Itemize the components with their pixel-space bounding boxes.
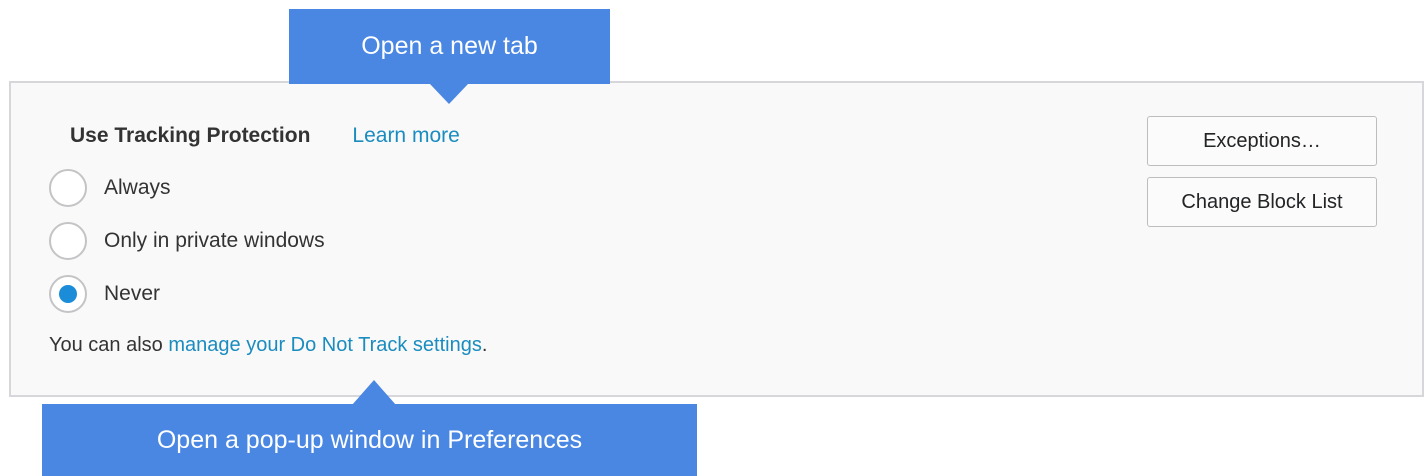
radio-button[interactable] bbox=[49, 222, 87, 260]
radio-button[interactable] bbox=[49, 169, 87, 207]
callout-open-popup-window-text: Open a pop-up window in Preferences bbox=[156, 425, 583, 454]
radio-option-never[interactable]: Never bbox=[49, 275, 160, 313]
callout-arrow-up bbox=[352, 380, 396, 405]
do-not-track-text: You can also manage your Do Not Track se… bbox=[49, 334, 487, 357]
dnt-suffix: . bbox=[481, 334, 488, 356]
callout-arrow-down bbox=[430, 84, 468, 104]
change-block-list-button[interactable]: Change Block List bbox=[1147, 177, 1377, 227]
manage-do-not-track-link[interactable]: manage your Do Not Track settings bbox=[168, 334, 481, 356]
tracking-heading-row: Use Tracking Protection Learn more bbox=[70, 124, 460, 148]
radio-button-selected[interactable] bbox=[49, 275, 87, 313]
tracking-heading: Use Tracking Protection bbox=[70, 124, 311, 147]
radio-label-always: Always bbox=[104, 176, 171, 199]
radio-selected-dot bbox=[59, 285, 77, 303]
radio-label-private-windows: Only in private windows bbox=[104, 229, 325, 252]
radio-label-never: Never bbox=[104, 282, 161, 305]
radio-option-always[interactable]: Always bbox=[49, 169, 171, 207]
exceptions-button[interactable]: Exceptions… bbox=[1147, 116, 1377, 166]
callout-open-new-tab: Open a new tab bbox=[289, 9, 610, 84]
radio-option-private-windows[interactable]: Only in private windows bbox=[49, 222, 325, 260]
callout-open-popup-window: Open a pop-up window in Preferences bbox=[42, 404, 697, 476]
dnt-prefix: You can also bbox=[49, 334, 169, 356]
callout-open-new-tab-text: Open a new tab bbox=[361, 32, 538, 60]
learn-more-link[interactable]: Learn more bbox=[352, 124, 459, 148]
